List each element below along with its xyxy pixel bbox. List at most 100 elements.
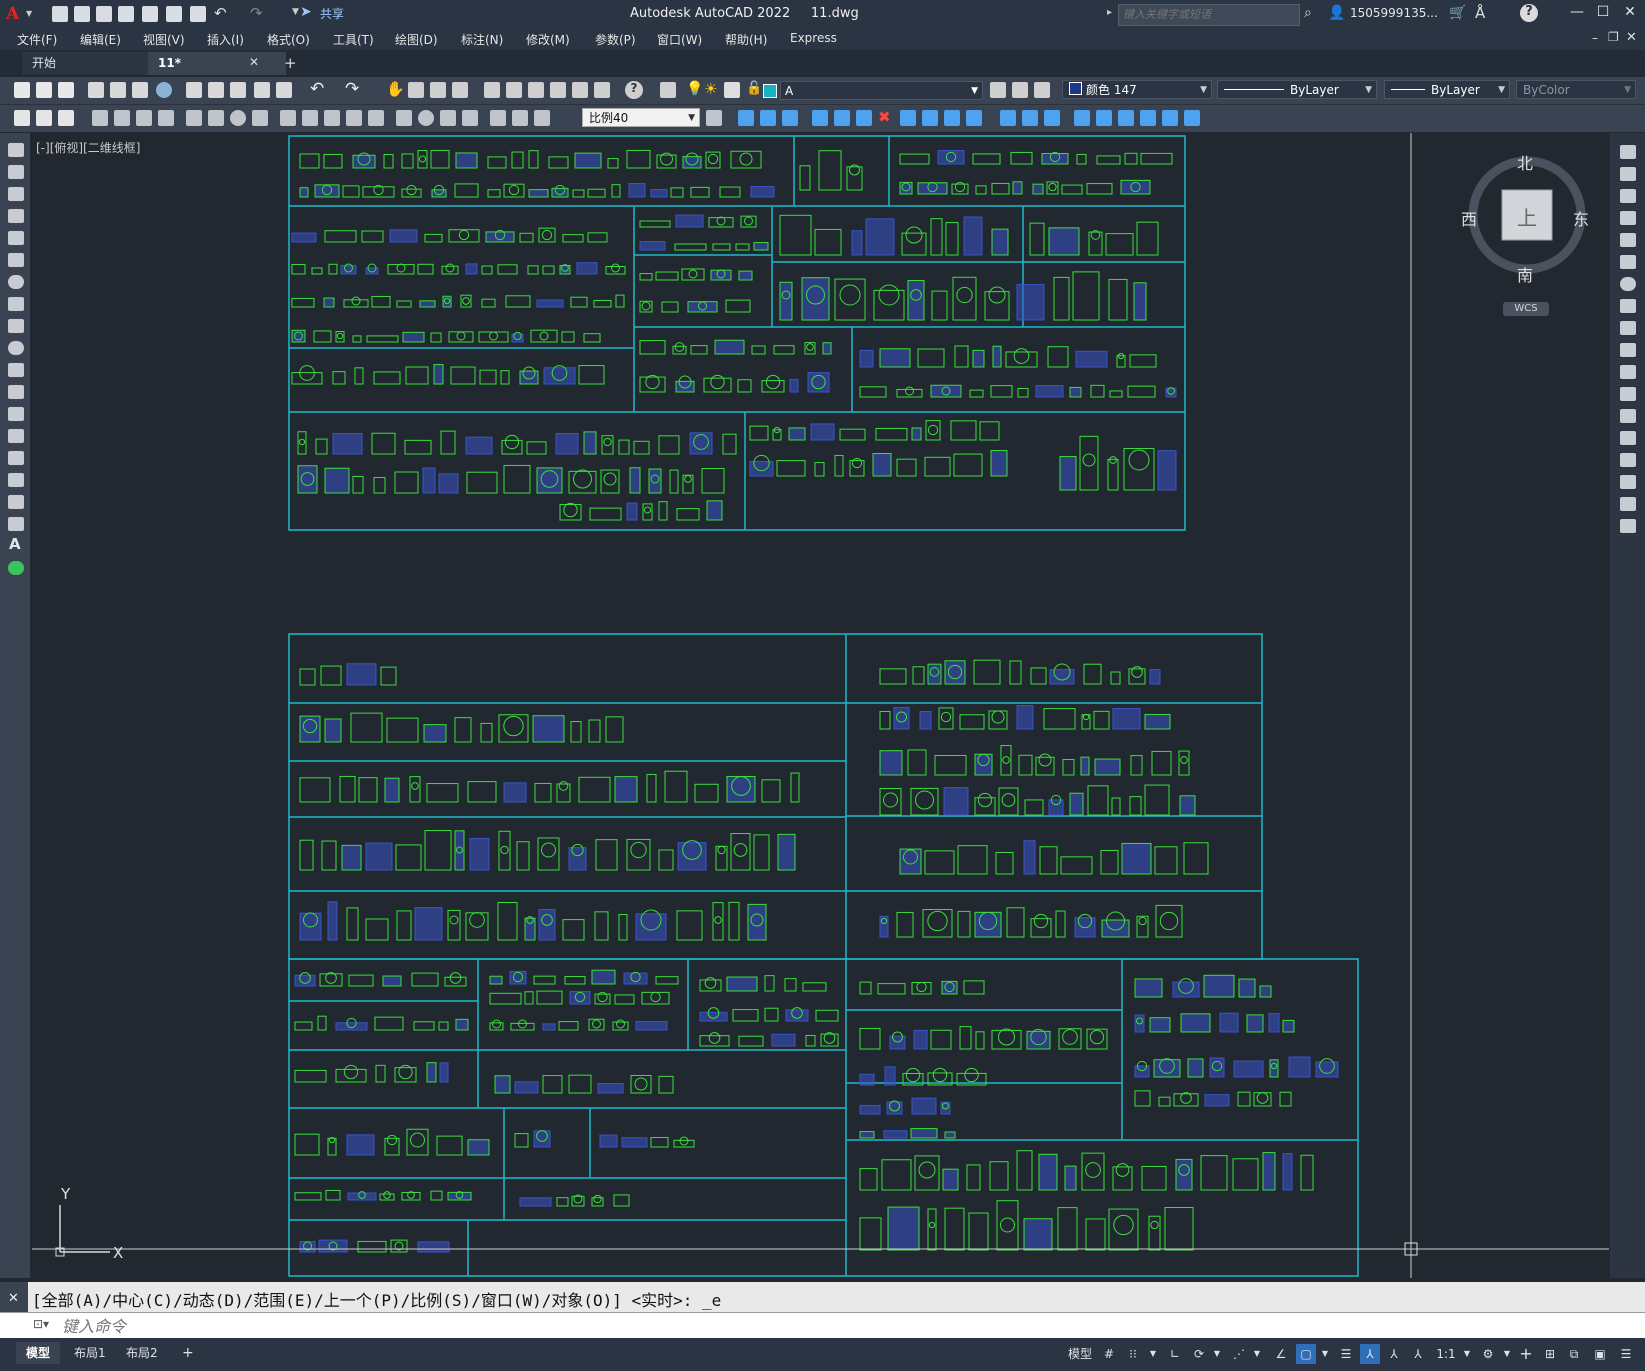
revision-cloud-icon[interactable]: [8, 297, 24, 311]
print-icon[interactable]: [88, 82, 104, 98]
layout-tab-1[interactable]: 布局1: [64, 1342, 116, 1364]
scale-icon[interactable]: [922, 110, 938, 126]
join-side-icon[interactable]: [1620, 431, 1636, 445]
doc-minimize-icon[interactable]: –: [1592, 31, 1598, 45]
offset-icon[interactable]: [812, 110, 828, 126]
autodesk-a360-icon[interactable]: Å: [1475, 4, 1485, 22]
isodraft-icon[interactable]: ⋰: [1230, 1344, 1248, 1364]
lineweight-dropdown[interactable]: ByLayer ▼: [1384, 80, 1510, 99]
object-snap-icon[interactable]: ▢: [1296, 1344, 1316, 1364]
hatch-icon[interactable]: [8, 451, 24, 465]
save-web-icon[interactable]: [166, 6, 182, 22]
help-toolbar-icon[interactable]: ?: [625, 81, 643, 99]
rectangle-icon[interactable]: [8, 231, 24, 245]
workspace-menu-icon[interactable]: ▼: [1502, 1344, 1512, 1364]
array-icon[interactable]: [834, 110, 850, 126]
undo-toolbar-icon[interactable]: ↶: [310, 79, 324, 99]
viewport-controls[interactable]: [-][俯视][二维线框]: [36, 139, 140, 156]
jogged-linear-icon[interactable]: [462, 110, 478, 126]
layer-lock-icon[interactable]: 🔓: [746, 81, 762, 96]
annotation-scale-icon[interactable]: ⅄: [1408, 1344, 1428, 1364]
dim-edit-icon[interactable]: [490, 110, 506, 126]
new-tab-button[interactable]: +: [284, 54, 297, 72]
multiline-text-icon[interactable]: A: [9, 535, 21, 553]
rotate-icon[interactable]: [900, 110, 916, 126]
gradient-icon[interactable]: [8, 473, 24, 487]
dim-style-manager-icon[interactable]: [706, 110, 722, 126]
layer-dropdown[interactable]: A ▼: [780, 81, 983, 100]
layer-freeze-icon[interactable]: ☀: [704, 80, 717, 98]
annotation-monitor-icon[interactable]: +: [1516, 1344, 1536, 1364]
compass-north[interactable]: 北: [1517, 150, 1533, 174]
tab-start[interactable]: 开始: [22, 52, 162, 75]
new-file-icon[interactable]: [52, 6, 68, 22]
customize-qat-icon[interactable]: ▼: [292, 7, 299, 17]
menu-view[interactable]: 视图(V): [143, 31, 185, 48]
polyline-icon[interactable]: [8, 187, 24, 201]
compass-west[interactable]: 西: [1461, 206, 1477, 230]
extend-side-icon[interactable]: [1620, 365, 1636, 379]
copy-object-icon[interactable]: [760, 110, 776, 126]
user-icon[interactable]: 👤: [1328, 5, 1345, 21]
delete-duplicates-icon[interactable]: ✖: [878, 108, 891, 126]
layer-on-icon[interactable]: 💡: [686, 81, 703, 97]
dim-style-icon[interactable]: [36, 110, 52, 126]
properties-icon[interactable]: [484, 82, 500, 98]
offset-side-icon[interactable]: [1620, 211, 1636, 225]
paste-icon[interactable]: [230, 82, 246, 98]
layout-tab-2[interactable]: 布局2: [116, 1342, 168, 1364]
layer-state-icon[interactable]: [1034, 82, 1050, 98]
linear-dimension-icon[interactable]: [92, 110, 108, 126]
menu-express[interactable]: Express: [790, 31, 837, 45]
redo-toolbar-icon[interactable]: ↷: [345, 79, 359, 99]
grid-icon[interactable]: #: [1100, 1344, 1118, 1364]
diameter-icon[interactable]: [230, 110, 246, 126]
cart-icon[interactable]: 🛒: [1449, 5, 1466, 21]
snap-icon[interactable]: ⁝⁝: [1122, 1344, 1144, 1364]
drawing-canvas[interactable]: Y X: [32, 133, 1609, 1278]
match-properties-icon[interactable]: [254, 82, 270, 98]
circle-icon[interactable]: [8, 275, 24, 289]
construction-line-icon[interactable]: [8, 165, 24, 179]
layer-properties-icon[interactable]: [660, 82, 676, 98]
polar-menu-icon[interactable]: ▼: [1212, 1344, 1222, 1364]
jogged-icon[interactable]: [208, 110, 224, 126]
stretch-side-icon[interactable]: [1620, 321, 1636, 335]
hatch-back-icon[interactable]: [1096, 110, 1112, 126]
tab-close-icon[interactable]: ✕: [249, 55, 259, 69]
move-icon[interactable]: [856, 110, 872, 126]
publish-icon[interactable]: [132, 82, 148, 98]
snap-menu-icon[interactable]: ▼: [1148, 1344, 1158, 1364]
clean-screen-icon[interactable]: ▣: [1590, 1344, 1610, 1364]
doc-close-icon[interactable]: ✕: [1626, 30, 1637, 45]
quick-dimension-icon[interactable]: [14, 110, 30, 126]
viewcube[interactable]: 北 南 东 西 上 WCS: [1461, 150, 1589, 316]
fillet-icon[interactable]: [1184, 110, 1200, 126]
bring-front-icon[interactable]: [1022, 110, 1038, 126]
undo-icon[interactable]: ↶: [214, 4, 227, 22]
calculator-icon[interactable]: [594, 82, 610, 98]
annotation-visibility-icon[interactable]: ⅄: [1360, 1344, 1380, 1364]
cut-icon[interactable]: [186, 82, 202, 98]
ortho-icon[interactable]: ∟: [1166, 1344, 1184, 1364]
blend-side-icon[interactable]: [1620, 497, 1636, 511]
compass-south[interactable]: 南: [1517, 262, 1533, 286]
open-file-icon[interactable]: [74, 6, 90, 22]
search-icon[interactable]: ⌕: [1304, 5, 1312, 21]
break-icon[interactable]: [1162, 110, 1178, 126]
design-center-icon[interactable]: [506, 82, 522, 98]
menu-parametric[interactable]: 参数(P): [595, 31, 636, 48]
center-mark-icon[interactable]: [418, 110, 434, 126]
join-icon[interactable]: [1140, 110, 1156, 126]
explode-side-icon[interactable]: [1620, 519, 1636, 533]
mirror-icon[interactable]: [782, 110, 798, 126]
ellipse-arc-icon[interactable]: [8, 363, 24, 377]
dim-space-icon[interactable]: [346, 110, 362, 126]
markup-icon[interactable]: [572, 82, 588, 98]
point-icon[interactable]: [8, 429, 24, 443]
erase-side-icon[interactable]: [1620, 145, 1636, 159]
menu-help[interactable]: 帮助(H): [725, 31, 767, 48]
menu-file[interactable]: 文件(F): [17, 31, 57, 48]
zoom-previous-icon[interactable]: [452, 82, 468, 98]
menu-format[interactable]: 格式(O): [267, 31, 310, 48]
